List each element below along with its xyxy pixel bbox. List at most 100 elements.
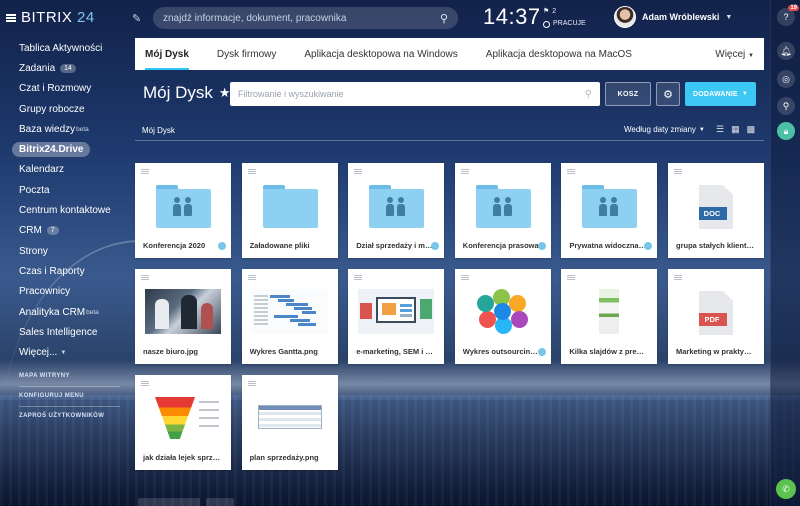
search-input[interactable]: znajdź informacje, dokument, pracownika … xyxy=(153,7,458,29)
sidebar-item[interactable]: Czat i Rozmowy xyxy=(0,79,130,99)
sidebar-link[interactable]: MAPA WITRYNY xyxy=(0,369,130,384)
list-view-icon[interactable]: ☰ xyxy=(716,124,724,135)
logo[interactable]: BITRIX 24 xyxy=(6,9,95,26)
sidebar-item[interactable]: Analityka CRM beta xyxy=(0,302,130,322)
tab[interactable]: Dysk firmowy xyxy=(217,38,290,70)
file-tile[interactable]: Konferencja 2020 xyxy=(135,163,231,258)
drag-handle-icon[interactable] xyxy=(141,275,149,280)
tab[interactable]: Aplikacja desktopowa na MacOS xyxy=(486,38,646,70)
work-status[interactable]: ⚑ 2 PRACUJE xyxy=(543,6,586,30)
menu-icon[interactable] xyxy=(6,13,16,22)
pdf-file-icon: PDF xyxy=(699,291,733,335)
search-rail-button[interactable]: ⚲ xyxy=(777,97,795,115)
thumb-block xyxy=(360,303,373,319)
drag-handle-icon[interactable] xyxy=(247,169,256,174)
gantt-label xyxy=(253,323,268,325)
user-menu[interactable]: Adam Wróblewski ▼ xyxy=(614,6,732,28)
sidebar-item[interactable]: Czas i Raporty xyxy=(0,261,130,281)
lock-button[interactable]: 🔒︎ xyxy=(777,122,795,140)
tab[interactable]: Aplikacja desktopowa na Windows xyxy=(304,38,471,70)
drag-handle-icon[interactable] xyxy=(247,275,256,280)
sidebar-item[interactable]: Tablica Aktywności xyxy=(0,38,130,58)
sidebar-item[interactable]: Więcej... ▼ xyxy=(0,342,130,362)
funnel-lines xyxy=(199,401,219,403)
sidebar-item[interactable]: Pracownicy xyxy=(0,282,130,302)
page-button[interactable] xyxy=(138,498,200,506)
grid-small-view-icon[interactable]: ▦ xyxy=(731,124,740,135)
sidebar-item[interactable]: Sales Intelligence xyxy=(0,322,130,342)
drag-handle-icon[interactable] xyxy=(674,169,682,174)
photo-figure xyxy=(201,303,213,329)
sort-select[interactable]: Według daty zmiany ▼ xyxy=(624,125,705,134)
help-button[interactable]: ? 19 xyxy=(777,5,799,26)
file-tile[interactable]: Konferencja prasowa xyxy=(454,163,551,258)
sidebar-item-label: Zadania xyxy=(19,62,56,74)
file-name: Wykres Gantta.png xyxy=(249,347,318,356)
file-tile[interactable]: DOC grupa stałych klientów.docx xyxy=(668,163,764,258)
gantt-bar xyxy=(273,315,298,318)
drag-handle-icon[interactable] xyxy=(567,169,576,174)
drag-handle-icon[interactable] xyxy=(460,169,469,174)
drag-handle-icon[interactable] xyxy=(674,275,682,280)
gantt-bar xyxy=(293,307,312,310)
search-icon[interactable]: ⚲ xyxy=(585,89,592,100)
star-icon[interactable]: ★ xyxy=(219,85,231,101)
drag-handle-icon[interactable] xyxy=(141,169,149,174)
file-tile[interactable]: Załadowane pliki xyxy=(241,163,338,258)
file-tile[interactable]: e-marketing, SEM i SEO.png xyxy=(348,269,445,364)
drag-handle-icon[interactable] xyxy=(354,169,363,174)
phone-icon: ✆ xyxy=(782,483,790,494)
drag-handle-icon[interactable] xyxy=(141,381,149,386)
gantt-label xyxy=(253,315,268,317)
drag-handle-icon[interactable] xyxy=(567,275,576,280)
file-tile[interactable]: jak działa lejek sprzedaży.png xyxy=(135,375,231,470)
tab[interactable]: Mój Dysk xyxy=(145,38,203,70)
photo-figure xyxy=(155,299,169,329)
search-icon: ⚲ xyxy=(782,100,790,111)
sidebar-item[interactable]: Bitrix24.Drive xyxy=(0,139,130,159)
file-name: jak działa lejek sprzedaży.png xyxy=(143,453,221,462)
file-tile[interactable]: nasze biuro.jpg xyxy=(135,269,231,364)
file-name: Załadowane pliki xyxy=(249,241,310,250)
file-name: Prywatna widoczna dla zespołu xyxy=(569,241,647,250)
sidebar-item[interactable]: Baza wiedzy beta xyxy=(0,119,130,139)
avatar[interactable] xyxy=(614,6,636,28)
grid-large-view-icon[interactable]: ▩ xyxy=(747,124,756,135)
sidebar-link[interactable]: ZAPROŚ UŻYTKOWNIKÓW xyxy=(0,409,130,424)
file-tile[interactable]: Dział sprzedaży i marketingu xyxy=(348,163,445,258)
sidebar-item[interactable]: Zadania 14 xyxy=(0,58,130,78)
sidebar-item[interactable]: CRM 7 xyxy=(0,221,130,241)
sidebar-item[interactable]: Grupy robocze xyxy=(0,99,130,119)
sidebar-item[interactable]: Kalendarz xyxy=(0,160,130,180)
file-tile[interactable]: PDF Marketing w praktyce.pdf xyxy=(668,269,764,364)
tab-more[interactable]: Więcej ▼ xyxy=(715,49,754,60)
drag-handle-icon[interactable] xyxy=(354,275,363,280)
pencil-icon[interactable]: ✎ xyxy=(132,12,141,25)
sidebar-link[interactable]: KONFIGURUJ MENU xyxy=(0,389,130,404)
drag-handle-icon[interactable] xyxy=(247,381,256,386)
drag-handle-icon[interactable] xyxy=(460,275,469,280)
call-button[interactable]: ✆ xyxy=(776,479,796,499)
trash-button[interactable]: KOSZ xyxy=(605,82,651,106)
folder-icon xyxy=(582,185,638,228)
file-tile[interactable]: plan sprzedaży.png xyxy=(241,375,338,470)
file-tile[interactable]: Wykres outsourcingu.png xyxy=(454,269,551,364)
add-button[interactable]: DODAWANIE ▼ xyxy=(685,82,756,106)
settings-button[interactable]: ⚙ xyxy=(656,82,680,106)
breadcrumb[interactable]: Mój Dysk xyxy=(142,126,175,135)
messenger-button[interactable]: ◎ xyxy=(777,70,795,88)
file-tile[interactable]: Prywatna widoczna dla zespołu xyxy=(561,163,658,258)
filter-input[interactable]: Filtrowanie i wyszukiwanie ⚲ xyxy=(230,82,600,106)
sidebar-item[interactable]: Strony xyxy=(0,241,130,261)
diagram-circle xyxy=(493,303,511,320)
file-tile[interactable]: Kilka slajdów z prezentacji.png xyxy=(561,269,658,364)
page-button[interactable] xyxy=(206,498,234,506)
chevron-down-icon: ▼ xyxy=(698,126,705,133)
sidebar-item[interactable]: Poczta xyxy=(0,180,130,200)
sidebar-item[interactable]: Centrum kontaktowe xyxy=(0,200,130,220)
search-icon[interactable]: ⚲ xyxy=(440,12,448,25)
file-tile[interactable]: Wykres Gantta.png xyxy=(241,269,338,364)
search-placeholder: znajdź informacje, dokument, pracownika xyxy=(163,12,347,24)
file-name: Konferencja prasowa xyxy=(462,241,539,250)
notifications-button[interactable]: 🔔︎ xyxy=(777,42,795,60)
